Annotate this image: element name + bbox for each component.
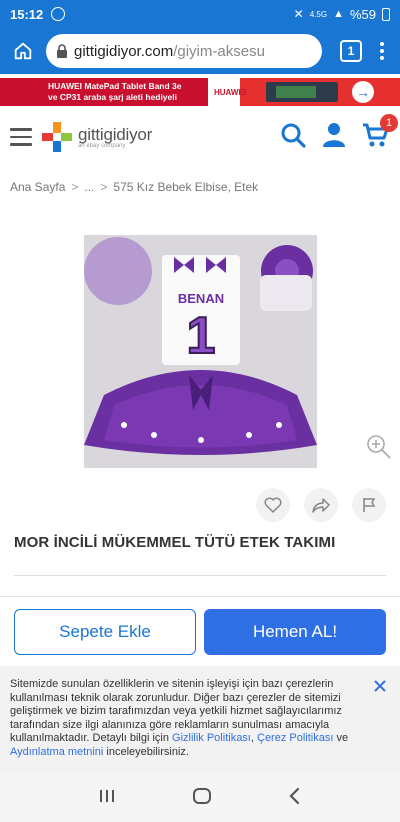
logo-name: gittigidiyor xyxy=(78,125,153,144)
ad-banner[interactable]: HUAWEI MatePad Tablet Band 3e ve CP31 ar… xyxy=(0,78,400,106)
svg-text:1: 1 xyxy=(187,307,216,365)
favorite-button[interactable] xyxy=(256,488,290,522)
flag-icon xyxy=(363,498,376,512)
breadcrumb-home[interactable]: Ana Sayfa xyxy=(10,180,65,194)
search-icon[interactable] xyxy=(280,122,306,153)
site-logo[interactable]: gittigidiyor an ebay company xyxy=(40,120,152,154)
status-time: 15:12 xyxy=(10,6,44,22)
heart-icon xyxy=(264,497,282,513)
cookie-text-end: inceleyebilirsiniz. xyxy=(103,745,189,758)
whatsapp-icon xyxy=(51,7,66,21)
tab-switcher-button[interactable]: 1 xyxy=(340,40,362,62)
header-actions: 1 xyxy=(280,113,398,153)
ad-text: HUAWEI MatePad Tablet Band 3e ve CP31 ar… xyxy=(0,81,200,103)
battery-label: %59 xyxy=(349,6,376,22)
share-button[interactable] xyxy=(304,488,338,522)
share-icon xyxy=(312,498,330,513)
recents-icon[interactable] xyxy=(98,788,116,809)
browser-toolbar: gittigidiyor.com/giyim-aksesu 1 xyxy=(0,28,400,74)
product-image[interactable]: BENAN 1 xyxy=(84,235,317,468)
ad-line-1: HUAWEI MatePad Tablet Band 3e xyxy=(48,81,182,91)
browser-menu-icon[interactable] xyxy=(372,42,392,60)
breadcrumb-ellipsis[interactable]: ... xyxy=(84,180,94,194)
signal-icon: ▲ xyxy=(333,8,344,20)
breadcrumb-separator: > xyxy=(71,180,79,194)
url-host: gittigidiyor.com xyxy=(74,42,174,60)
battery-icon xyxy=(382,7,390,21)
network-label: 4.5G xyxy=(309,9,328,19)
mute-icon: ✕ xyxy=(293,7,304,21)
cookie-and: ve xyxy=(333,732,349,744)
cta-bar: Sepete Ekle Hemen AL! xyxy=(0,596,400,666)
url-path: /giyim-aksesu xyxy=(173,42,265,60)
user-icon[interactable] xyxy=(322,122,346,153)
ad-arrow-button[interactable]: → xyxy=(352,81,374,103)
lock-icon xyxy=(56,44,68,58)
svg-text:BENAN: BENAN xyxy=(178,291,224,306)
system-nav-bar xyxy=(0,774,400,822)
divider xyxy=(14,575,386,576)
zoom-icon[interactable] xyxy=(366,434,392,465)
home-nav-icon[interactable] xyxy=(192,787,212,810)
address-bar[interactable]: gittigidiyor.com/giyim-aksesu xyxy=(46,34,322,68)
product-photo: BENAN 1 xyxy=(84,235,317,468)
privacy-policy-link[interactable]: Gizlilik Politikası xyxy=(172,732,251,744)
back-icon[interactable] xyxy=(288,787,302,810)
cookie-policy-link[interactable]: Çerez Politikası xyxy=(257,732,333,744)
breadcrumb: Ana Sayfa > ... > 575 Kız Bebek Elbise, … xyxy=(10,180,258,194)
menu-icon[interactable] xyxy=(10,128,32,146)
close-icon[interactable] xyxy=(372,678,388,694)
breadcrumb-current[interactable]: 575 Kız Bebek Elbise, Etek xyxy=(113,180,258,194)
cart-count-badge: 1 xyxy=(380,113,398,132)
ad-line-2: ve CP31 araba şarj aleti hediyeli xyxy=(48,92,177,102)
cookie-notice: Sitemizde sunulan özelliklerin ve siteni… xyxy=(0,666,400,774)
buy-now-button[interactable]: Hemen AL! xyxy=(204,608,386,655)
disclosure-text-link[interactable]: Aydınlatma metnini xyxy=(10,746,103,758)
status-bar: 15:12 ✕ 4.5G ▲ %59 xyxy=(0,0,400,28)
ad-brand-logo: HUAWEI xyxy=(214,87,246,97)
status-icons: ✕ 4.5G ▲ %59 xyxy=(294,7,390,22)
site-header: gittigidiyor an ebay company 1 xyxy=(0,108,400,166)
cart-button[interactable]: 1 xyxy=(362,113,398,153)
breadcrumb-separator: > xyxy=(100,180,108,194)
logo-mark xyxy=(42,122,72,152)
add-to-cart-button[interactable]: Sepete Ekle xyxy=(14,608,196,655)
product-title: MOR İNCİLİ MÜKEMMEL TÜTÜ ETEK TAKIMI xyxy=(14,534,336,551)
home-icon[interactable] xyxy=(8,36,38,66)
report-button[interactable] xyxy=(352,488,386,522)
ad-product-image xyxy=(266,82,338,102)
